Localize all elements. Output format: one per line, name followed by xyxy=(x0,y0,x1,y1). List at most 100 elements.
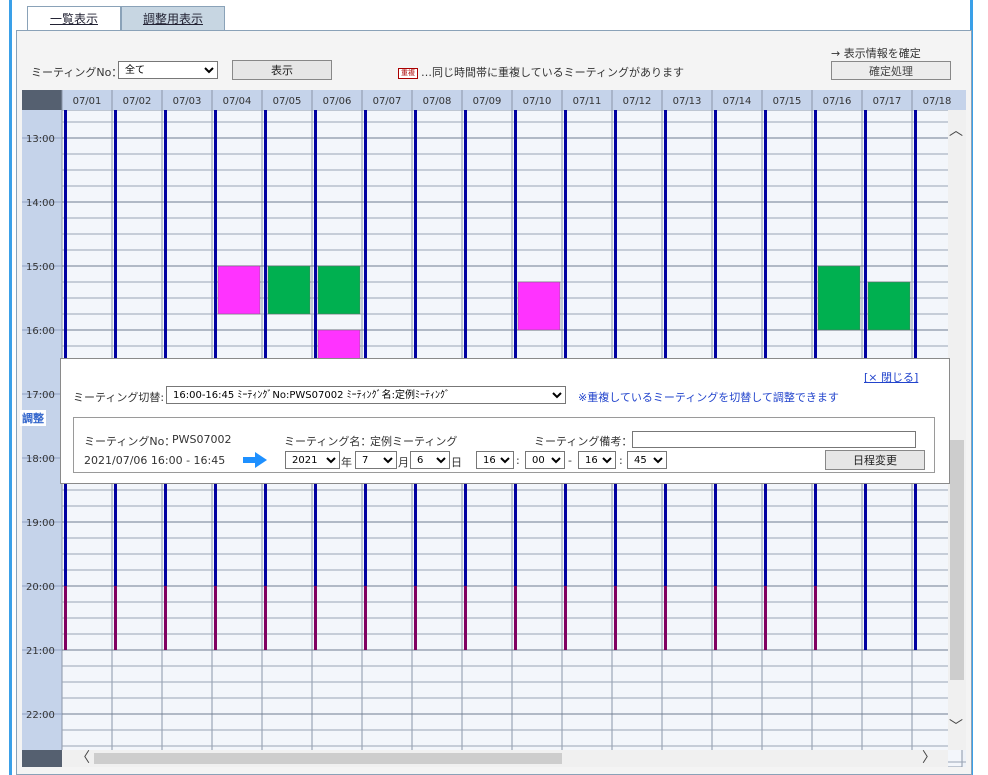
meeting-no-filter-label: ミーティングNo： xyxy=(31,66,123,79)
date-label: 07/02 xyxy=(123,96,152,107)
change-schedule-button[interactable]: 日程変更 xyxy=(825,450,925,470)
time-dash: - xyxy=(568,454,572,467)
date-label: 07/17 xyxy=(873,96,902,107)
meeting-block xyxy=(817,265,861,331)
meeting-block xyxy=(517,281,561,331)
header-corner xyxy=(22,90,62,110)
availability-bar-late xyxy=(464,586,467,650)
date-label: 07/10 xyxy=(523,96,552,107)
availability-bar-late xyxy=(664,586,667,650)
month-select[interactable]: 7 xyxy=(355,451,397,469)
show-button[interactable]: 表示 xyxy=(232,60,332,80)
app-frame: 一覧表示 調整用表示 ミーティングNo： 全て 表示 重複 …同じ時間帯に重複し… xyxy=(0,0,988,775)
day-unit: 日 xyxy=(451,456,462,469)
availability-bar-late xyxy=(64,586,67,650)
start-minute-select[interactable]: 00 xyxy=(525,451,565,469)
horizontal-scrollbar[interactable] xyxy=(62,750,948,767)
year-select[interactable]: 2021 xyxy=(285,451,340,469)
availability-bar-late xyxy=(264,586,267,650)
day-select[interactable]: 6 xyxy=(410,451,450,469)
date-label: 07/08 xyxy=(423,96,452,107)
scroll-up-icon[interactable]: ︿ xyxy=(949,124,963,138)
meeting-block xyxy=(217,265,261,315)
date-label: 07/16 xyxy=(823,96,852,107)
meeting-no-filter-select[interactable]: 全て xyxy=(118,61,218,79)
switch-note: ※重複しているミーティングを切替して調整できます xyxy=(578,391,839,404)
adjust-section-title: 調整 xyxy=(20,410,46,426)
meeting-name-label: ミーティング名： xyxy=(284,435,372,448)
availability-bar-late xyxy=(214,586,217,650)
end-minute-select[interactable]: 45 xyxy=(627,451,667,469)
scroll-right-icon[interactable]: 〉 xyxy=(922,751,936,765)
conflict-legend-text: …同じ時間帯に重複しているミーティングがあります xyxy=(421,66,685,79)
year-unit: 年 xyxy=(341,456,352,469)
hour-label: 15:00 xyxy=(26,262,55,273)
date-label: 07/12 xyxy=(623,96,652,107)
hour-label: 22:00 xyxy=(26,710,55,721)
vertical-scrollbar[interactable] xyxy=(948,110,966,750)
date-label: 07/06 xyxy=(323,96,352,107)
footer-corner xyxy=(22,750,62,767)
tab-list-view[interactable]: 一覧表示 xyxy=(27,6,121,30)
meeting-switch-select[interactable]: 16:00-16:45 ﾐｰﾃｨﾝｸﾞNo:PWS07002 ﾐｰﾃｨﾝｸﾞ名:… xyxy=(166,386,566,404)
availability-bar-late xyxy=(364,586,367,650)
date-label: 07/07 xyxy=(373,96,402,107)
meeting-block xyxy=(867,281,911,331)
meeting-no-label: ミーティングNo： xyxy=(84,435,176,448)
start-colon: : xyxy=(516,454,520,467)
confirm-note: → 表示情報を確定 xyxy=(831,47,921,60)
end-colon: : xyxy=(619,454,623,467)
left-border xyxy=(0,0,12,775)
current-schedule-text: 2021/07/06 16:00 - 16:45 xyxy=(84,454,226,467)
meeting-block xyxy=(267,265,311,315)
availability-bar-late xyxy=(514,586,517,650)
availability-bar-late xyxy=(714,586,717,650)
right-border xyxy=(970,0,988,775)
meeting-block xyxy=(317,265,361,315)
date-label: 07/05 xyxy=(273,96,302,107)
availability-bar-late xyxy=(164,586,167,650)
hour-label: 18:00 xyxy=(26,454,55,465)
meeting-name-value: 定例ミーティング xyxy=(370,435,458,448)
horizontal-scroll-thumb[interactable] xyxy=(94,753,562,764)
start-hour-select[interactable]: 16 xyxy=(476,451,514,469)
availability-bar-late xyxy=(764,586,767,650)
month-unit: 月 xyxy=(398,456,409,469)
availability-bar-late xyxy=(564,586,567,650)
close-popup-link[interactable]: [× 閉じる] xyxy=(864,369,918,385)
date-label: 07/18 xyxy=(923,96,952,107)
date-label: 07/03 xyxy=(173,96,202,107)
availability-bar-late xyxy=(314,586,317,650)
remarks-label: ミーティング備考： xyxy=(534,435,633,448)
tab-adjust-view[interactable]: 調整用表示 xyxy=(121,6,225,30)
date-label: 07/04 xyxy=(223,96,252,107)
hour-label: 14:00 xyxy=(26,198,55,209)
hour-label: 19:00 xyxy=(26,518,55,529)
hour-label: 13:00 xyxy=(26,134,55,145)
meeting-no-value: PWS07002 xyxy=(172,433,232,446)
availability-bar-late xyxy=(114,586,117,650)
time-column xyxy=(22,90,62,767)
end-hour-select[interactable]: 16 xyxy=(578,451,616,469)
switch-label: ミーティング切替: xyxy=(73,391,165,404)
hour-label: 17:00 xyxy=(26,390,55,401)
date-label: 07/09 xyxy=(473,96,502,107)
availability-bar-late xyxy=(814,586,817,650)
hour-label: 16:00 xyxy=(26,326,55,337)
date-label: 07/11 xyxy=(573,96,602,107)
date-label: 07/15 xyxy=(773,96,802,107)
scroll-left-icon[interactable]: 〈 xyxy=(76,751,90,765)
availability-bar-late xyxy=(414,586,417,650)
date-label: 07/13 xyxy=(673,96,702,107)
scroll-down-icon[interactable]: ﹀ xyxy=(949,720,963,734)
date-label: 07/14 xyxy=(723,96,752,107)
arrow-right-icon xyxy=(243,452,267,468)
confirm-button[interactable]: 確定処理 xyxy=(831,61,951,80)
conflict-badge-icon: 重複 xyxy=(398,68,418,79)
availability-bar-late xyxy=(614,586,617,650)
vertical-scroll-thumb[interactable] xyxy=(950,440,964,680)
hour-label: 21:00 xyxy=(26,646,55,657)
remarks-input[interactable] xyxy=(632,431,916,448)
date-label: 07/01 xyxy=(73,96,102,107)
hour-label: 20:00 xyxy=(26,582,55,593)
